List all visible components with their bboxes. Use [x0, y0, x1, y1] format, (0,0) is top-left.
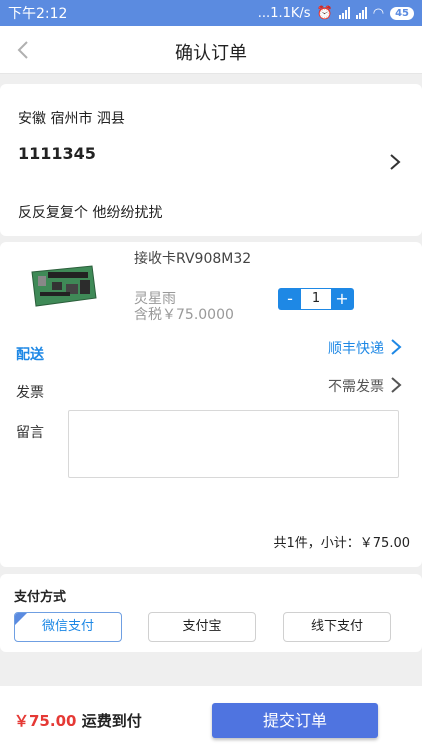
- quantity-input[interactable]: 1: [301, 289, 331, 309]
- payment-card: 支付方式 微信支付 支付宝 线下支付: [0, 574, 422, 652]
- wifi-icon: ◠: [372, 5, 385, 21]
- status-time: 下午2:12: [8, 6, 68, 22]
- invoice-label: 发票: [16, 385, 44, 401]
- alarm-icon: ⏰: [316, 5, 333, 21]
- address-card[interactable]: 安徽 宿州市 泗县 1111345 反反复复个 他纷纷扰扰: [0, 84, 422, 236]
- message-input[interactable]: [68, 410, 399, 478]
- message-label: 留言: [16, 425, 44, 441]
- product-image: [31, 265, 97, 307]
- payment-title: 支付方式: [14, 590, 67, 605]
- status-bar: 下午2:12 ...1.1K/s ⏰ ◠ 45: [0, 0, 422, 26]
- bottom-bar: ￥75.00 运费到付 提交订单: [0, 686, 422, 750]
- payment-option-label: 线下支付: [310, 619, 363, 634]
- payment-option-label: 微信支付: [41, 619, 94, 634]
- chevron-right-icon: [390, 154, 401, 170]
- product-name: 接收卡RV908M32: [134, 251, 252, 267]
- submit-order-button[interactable]: 提交订单: [212, 703, 378, 738]
- decrease-button[interactable]: -: [279, 289, 301, 309]
- quantity-stepper: - 1 +: [278, 288, 354, 310]
- selected-corner-icon: [15, 613, 27, 625]
- payment-option-wechat[interactable]: 微信支付: [14, 612, 122, 642]
- delivery-label: 配送: [16, 347, 44, 363]
- signal-icon: [338, 7, 350, 19]
- shipping-note: 运费到付: [81, 712, 142, 730]
- chevron-right-icon[interactable]: [390, 376, 402, 394]
- address-detail: 反反复复个 他纷纷扰扰: [18, 205, 163, 221]
- payment-option-label: 支付宝: [182, 619, 222, 634]
- invoice-value[interactable]: 不需发票: [328, 376, 384, 396]
- payment-option-offline[interactable]: 线下支付: [283, 612, 391, 642]
- order-card: 接收卡RV908M32 灵星雨 含税￥75.0000 - 1 + 配送 顺丰快递…: [0, 242, 422, 567]
- total-amount: ￥75.00: [14, 712, 77, 730]
- address-region: 安徽 宿州市 泗县: [18, 111, 125, 127]
- status-indicators: ...1.1K/s ⏰ ◠ 45: [258, 6, 414, 21]
- order-total: ￥75.00 运费到付: [14, 710, 142, 731]
- increase-button[interactable]: +: [331, 289, 353, 309]
- payment-option-alipay[interactable]: 支付宝: [148, 612, 256, 642]
- page-title: 确认订单: [175, 43, 247, 64]
- subtotal: 共1件，小计：￥75.00: [273, 536, 411, 551]
- product-price: 含税￥75.0000: [134, 307, 234, 323]
- signal-icon-2: [355, 7, 367, 19]
- nav-bar: 确认订单: [0, 26, 422, 74]
- chevron-right-icon[interactable]: [390, 338, 402, 356]
- network-speed: ...1.1K/s: [257, 5, 311, 21]
- delivery-value[interactable]: 顺丰快递: [328, 338, 384, 358]
- address-phone: 1111345: [18, 144, 96, 163]
- battery-icon: 45: [390, 6, 414, 20]
